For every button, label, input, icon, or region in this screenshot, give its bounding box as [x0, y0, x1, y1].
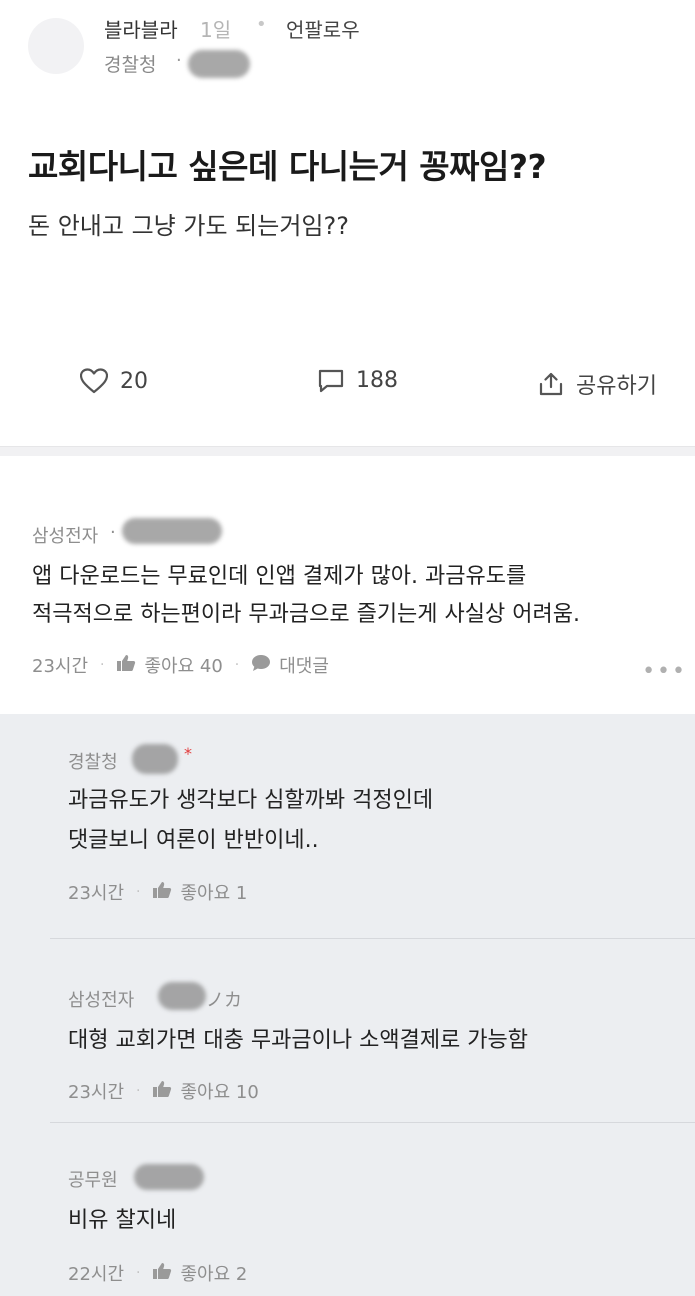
reply-text-line1: 비유 찰지네 — [68, 1208, 177, 1233]
reply-time: 23시간 — [68, 883, 125, 904]
reply-footer: 23시간 · 좋아요 10 — [68, 1078, 259, 1104]
comment-time: 23시간 — [32, 656, 89, 677]
reply-button[interactable]: 대댓글 — [279, 652, 329, 678]
separator-dot: · — [100, 657, 105, 673]
comment-footer: 23시간 · 좋아요 40 · 대댓글 — [32, 652, 329, 678]
redacted-nickname — [188, 50, 250, 78]
reply-divider — [50, 1122, 695, 1123]
comment-company: 삼성전자 — [32, 526, 99, 547]
author-name[interactable]: 블라블라 — [104, 14, 178, 43]
reply-text-line2: 댓글보니 여론이 반반이네.. — [68, 828, 319, 853]
unfollow-button[interactable]: 언팔로우 — [286, 14, 360, 43]
share-button[interactable]: 공유하기 — [538, 368, 657, 400]
thumbs-up-icon[interactable] — [152, 881, 172, 904]
redacted-nickname — [134, 1164, 204, 1190]
redacted-nickname — [158, 982, 206, 1010]
thumbs-up-icon[interactable] — [116, 654, 136, 677]
thumbs-up-icon[interactable] — [152, 1262, 172, 1285]
reply-text-line1: 대형 교회가면 대충 무과금이나 소액결제로 가능함 — [68, 1028, 529, 1053]
reply-text-line1: 과금유도가 생각보다 심할까봐 걱정인데 — [68, 788, 434, 813]
reply-like-button[interactable]: 좋아요 10 — [180, 1078, 258, 1104]
speech-bubble-icon[interactable] — [251, 654, 271, 677]
heart-icon — [80, 368, 108, 394]
comment-bubble-icon — [318, 369, 344, 393]
reply-nickname-tail: ノカ — [206, 990, 242, 1011]
replies-section: 경찰청 * 과금유도가 생각보다 심할까봐 걱정인데 댓글보니 여론이 반반이네… — [0, 714, 695, 1296]
author-badge: * — [184, 744, 192, 763]
comment-text-line2: 적극적으로 하는편이라 무과금으로 즐기는게 사실상 어려움. — [32, 602, 580, 627]
thumbs-up-icon[interactable] — [152, 1080, 172, 1103]
reply-time: 23시간 — [68, 1082, 125, 1103]
reply-company: 경찰청 — [68, 752, 118, 773]
company-dot: · — [176, 50, 182, 71]
comment-item: 삼성전자 · 앱 다운로드는 무료인데 인앱 결제가 많아. 과금유도를 적극적… — [0, 456, 695, 714]
reply-like-button[interactable]: 좋아요 2 — [180, 1260, 247, 1286]
comment-button[interactable]: 188 — [318, 368, 398, 393]
reply-divider — [50, 938, 695, 939]
author-company: 경찰청 — [104, 54, 157, 76]
separator-dot: · — [136, 884, 141, 900]
section-divider — [0, 446, 695, 456]
share-label: 공유하기 — [576, 374, 657, 399]
post-body: 돈 안내고 그냥 가도 되는거임?? — [28, 212, 349, 240]
separator-dot: • — [256, 14, 267, 35]
reply-footer: 22시간 · 좋아요 2 — [68, 1260, 247, 1286]
separator-dot: · — [234, 657, 240, 673]
like-count: 20 — [120, 368, 148, 394]
separator-dot: · — [136, 1083, 141, 1099]
reply-time: 22시간 — [68, 1264, 125, 1285]
redacted-nickname — [122, 518, 222, 544]
comment-like-button[interactable]: 좋아요 40 — [144, 652, 222, 678]
reply-like-button[interactable]: 좋아요 1 — [180, 879, 247, 905]
avatar[interactable] — [28, 18, 84, 74]
reply-company: 공무원 — [68, 1170, 118, 1191]
reply-company: 삼성전자 — [68, 990, 135, 1011]
post-title: 교회다니고 싶은데 다니는거 꽁짜임?? — [28, 147, 547, 186]
more-dots-icon[interactable]: ••• — [642, 659, 687, 684]
separator-dot: · — [136, 1265, 141, 1281]
comment-count: 188 — [356, 368, 398, 393]
reply-footer: 23시간 · 좋아요 1 — [68, 879, 247, 905]
share-icon — [538, 371, 564, 397]
company-dot: · — [110, 522, 116, 543]
like-button[interactable]: 20 — [80, 368, 148, 394]
post-time: 1일 — [200, 18, 232, 42]
redacted-nickname — [132, 744, 178, 774]
post-actions: 20 188 공유하기 — [0, 360, 695, 410]
comment-text-line1: 앱 다운로드는 무료인데 인앱 결제가 많아. 과금유도를 — [32, 564, 527, 589]
post-header: 블라블라 1일 • 언팔로우 경찰청 · — [0, 0, 695, 100]
